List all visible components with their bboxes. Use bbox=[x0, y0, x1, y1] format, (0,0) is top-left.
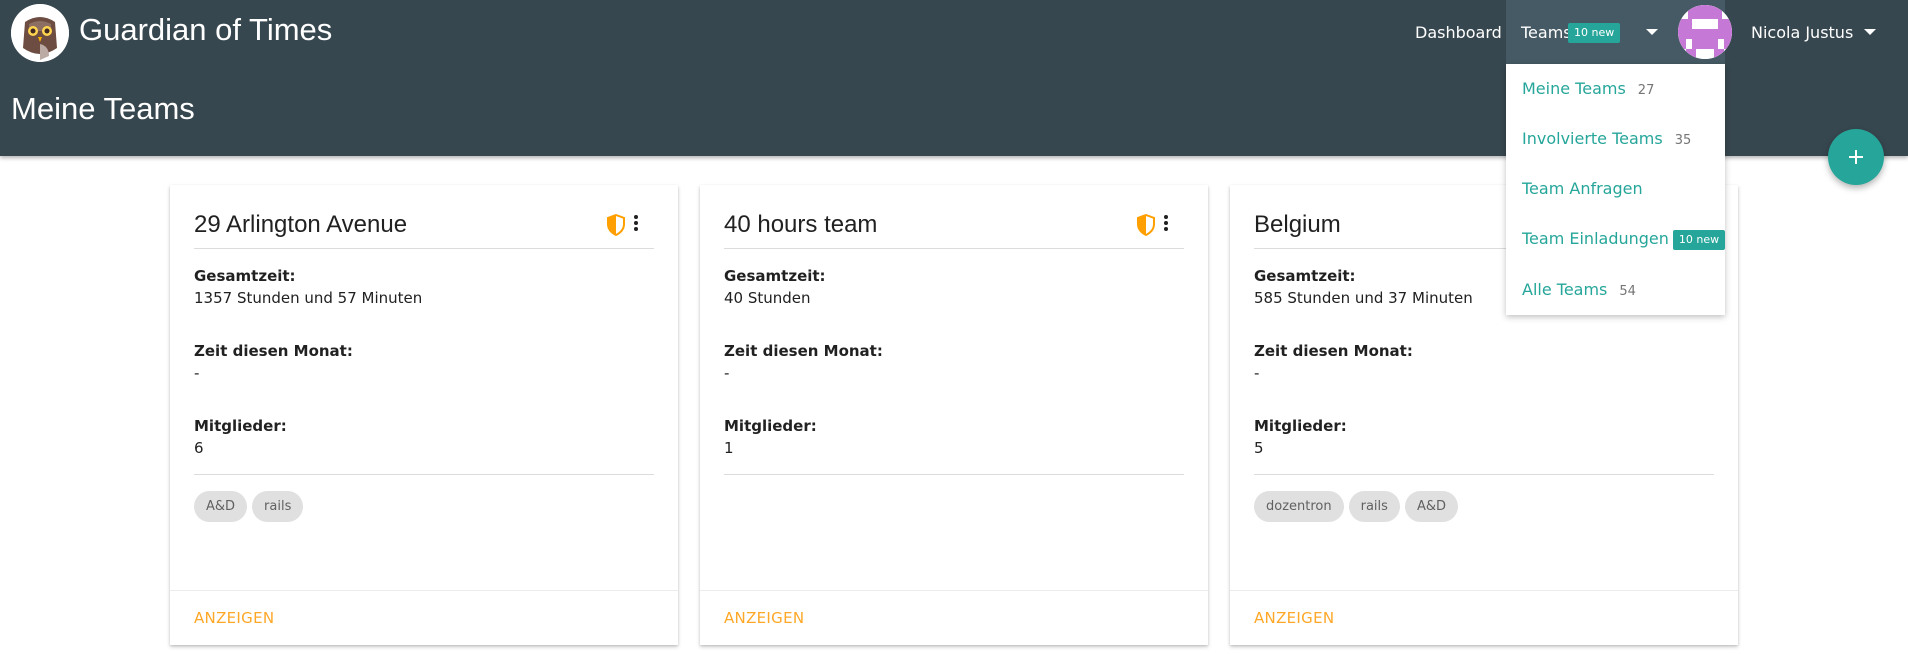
team-card-title: 29 Arlington Avenue bbox=[194, 211, 408, 238]
teams-new-badge: 10 new bbox=[1568, 23, 1621, 43]
month-time-label: Zeit diesen Monat: bbox=[1254, 342, 1413, 360]
members-value: 1 bbox=[724, 439, 734, 457]
month-time-value: - bbox=[724, 364, 730, 382]
total-time-label: Gesamtzeit: bbox=[724, 267, 826, 285]
team-card: 40 hours team Gesamtzeit: 40 Stunden Zei… bbox=[700, 185, 1208, 645]
team-card-title: 40 hours team bbox=[724, 211, 878, 238]
nav-teams-label: Teams bbox=[1521, 23, 1572, 42]
dropdown-item-involvierte-teams[interactable]: Involvierte Teams 35 bbox=[1522, 129, 1691, 148]
invitations-new-badge: 10 new bbox=[1672, 230, 1726, 250]
tag-chip[interactable]: dozentron bbox=[1254, 491, 1344, 522]
team-card-title: Belgium bbox=[1254, 211, 1341, 238]
tag-chip[interactable]: rails bbox=[252, 491, 304, 522]
caret-down-icon bbox=[1646, 29, 1658, 35]
teams-dropdown-menu: Meine Teams 27 Involvierte Teams 35 Team A… bbox=[1506, 64, 1726, 315]
dropdown-item-count: 54 bbox=[1619, 284, 1636, 299]
team-card: 29 Arlington Avenue Gesamtzeit: 1357 Stu… bbox=[170, 185, 678, 645]
dropdown-item-team-einladungen[interactable]: Team Einladungen 10 new bbox=[1522, 229, 1726, 250]
dropdown-item-label: Alle Teams bbox=[1522, 280, 1608, 299]
shield-icon[interactable] bbox=[606, 214, 626, 236]
divider bbox=[700, 590, 1208, 591]
month-time-label: Zeit diesen Monat: bbox=[724, 342, 883, 360]
divider bbox=[724, 248, 1184, 249]
show-team-link[interactable]: Anzeigen bbox=[1254, 609, 1334, 627]
dropdown-item-label: Team Einladungen bbox=[1522, 229, 1669, 248]
dropdown-item-meine-teams[interactable]: Meine Teams 27 bbox=[1522, 79, 1654, 98]
dropdown-item-label: Team Anfragen bbox=[1522, 179, 1643, 198]
show-team-link[interactable]: Anzeigen bbox=[724, 609, 804, 627]
brand-title[interactable]: Guardian of Times bbox=[79, 12, 332, 48]
dropdown-item-count: 27 bbox=[1637, 83, 1655, 98]
month-time-value: - bbox=[1254, 364, 1260, 382]
tag-chip[interactable]: A&D bbox=[194, 491, 248, 522]
show-team-link[interactable]: Anzeigen bbox=[194, 609, 274, 627]
page-title: Meine Teams bbox=[11, 91, 195, 126]
user-caret-down-icon[interactable] bbox=[1864, 29, 1876, 35]
add-team-plus-icon-button[interactable] bbox=[1828, 129, 1884, 185]
total-time-value: 585 Stunden und 37 Minuten bbox=[1254, 289, 1473, 307]
tag-chip[interactable]: rails bbox=[1348, 491, 1400, 522]
members-value: 6 bbox=[194, 439, 204, 457]
tag-list: dozentron rails A&D bbox=[1254, 491, 1458, 522]
dropdown-item-label: Meine Teams bbox=[1522, 79, 1626, 98]
divider bbox=[724, 474, 1184, 475]
user-menu-toggle[interactable]: Nicola Justus bbox=[1751, 23, 1853, 42]
total-time-label: Gesamtzeit: bbox=[194, 267, 296, 285]
tag-list: A&D rails bbox=[194, 491, 304, 522]
more-vert-icon[interactable] bbox=[1160, 213, 1172, 237]
members-label: Mitglieder: bbox=[194, 417, 287, 435]
members-value: 5 bbox=[1254, 439, 1264, 457]
dropdown-item-team-anfragen[interactable]: Team Anfragen bbox=[1522, 179, 1643, 198]
nav-dashboard-link[interactable]: Dashboard bbox=[1415, 23, 1502, 42]
members-label: Mitglieder: bbox=[724, 417, 817, 435]
dropdown-item-alle-teams[interactable]: Alle Teams 54 bbox=[1522, 280, 1636, 299]
owl-logo-icon[interactable] bbox=[11, 4, 69, 62]
month-time-label: Zeit diesen Monat: bbox=[194, 342, 353, 360]
divider bbox=[194, 474, 654, 475]
divider bbox=[1254, 474, 1714, 475]
dropdown-item-count: 35 bbox=[1674, 133, 1692, 148]
user-avatar[interactable] bbox=[1678, 5, 1732, 59]
shield-icon[interactable] bbox=[1136, 214, 1156, 236]
total-time-value: 40 Stunden bbox=[724, 289, 811, 307]
members-label: Mitglieder: bbox=[1254, 417, 1347, 435]
total-time-value: 1357 Stunden und 57 Minuten bbox=[194, 289, 423, 307]
divider bbox=[1230, 590, 1738, 591]
divider bbox=[194, 248, 654, 249]
more-vert-icon[interactable] bbox=[630, 213, 642, 237]
total-time-label: Gesamtzeit: bbox=[1254, 267, 1356, 285]
tag-chip[interactable]: A&D bbox=[1404, 491, 1458, 522]
divider bbox=[170, 590, 678, 591]
month-time-value: - bbox=[194, 364, 200, 382]
dropdown-item-label: Involvierte Teams bbox=[1522, 129, 1663, 148]
